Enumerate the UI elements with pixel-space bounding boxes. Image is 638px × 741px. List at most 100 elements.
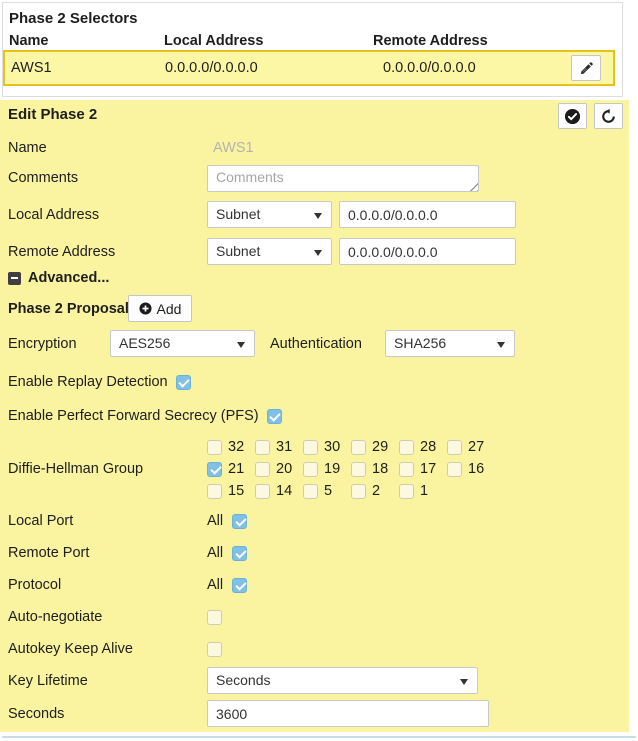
authentication-select[interactable]: SHA256 xyxy=(385,330,515,357)
dh-1-checkbox[interactable] xyxy=(399,484,414,499)
chevron-down-icon xyxy=(314,250,322,256)
dh-30-checkbox[interactable] xyxy=(303,440,318,455)
key-lifetime-select[interactable]: Seconds xyxy=(207,667,478,694)
proposal-row: Phase 2 Proposal Add xyxy=(0,295,629,323)
autokey-keep-alive-row: Autokey Keep Alive xyxy=(0,635,629,663)
local-address-type-select[interactable]: Subnet xyxy=(207,201,332,228)
ipsec-phase2-screen: Phase 2 Selectors Name Local Address Rem… xyxy=(0,0,638,741)
minus-square-icon xyxy=(8,272,21,285)
column-header-name: Name xyxy=(9,33,49,49)
dh-21-label: 21 xyxy=(228,461,244,477)
remote-port-row: Remote Port All xyxy=(0,539,629,567)
dh-31-checkbox[interactable] xyxy=(255,440,270,455)
local-address-label: Local Address xyxy=(8,207,99,223)
chevron-down-icon xyxy=(314,213,322,219)
add-button-label: Add xyxy=(157,301,182,317)
replay-detection-checkbox[interactable] xyxy=(176,375,191,390)
local-address-type-value: Subnet xyxy=(216,206,260,222)
dh-2-checkbox[interactable] xyxy=(351,484,366,499)
remote-port-all-checkbox[interactable] xyxy=(232,546,247,561)
dh-14-checkbox[interactable] xyxy=(255,484,270,499)
remote-port-all-label: All xyxy=(207,545,223,561)
auto-negotiate-label: Auto-negotiate xyxy=(8,609,102,625)
replay-detection-label: Enable Replay Detection xyxy=(8,374,168,390)
comments-input[interactable] xyxy=(207,165,479,192)
dh-29-checkbox[interactable] xyxy=(351,440,366,455)
dh-32-checkbox[interactable] xyxy=(207,440,222,455)
advanced-toggle[interactable]: Advanced... xyxy=(0,266,629,290)
key-lifetime-row: Key Lifetime Seconds xyxy=(0,667,629,695)
seconds-label: Seconds xyxy=(8,706,64,722)
row-local-address-cell: 0.0.0.0/0.0.0.0 xyxy=(165,52,258,84)
key-lifetime-label: Key Lifetime xyxy=(8,673,88,689)
dh-5-label: 5 xyxy=(324,483,332,499)
dh-28-label: 28 xyxy=(420,439,436,455)
protocol-all-label: All xyxy=(207,577,223,593)
remote-address-row: Remote Address Subnet xyxy=(0,238,629,266)
dh-19-checkbox[interactable] xyxy=(303,462,318,477)
authentication-label: Authentication xyxy=(270,336,362,352)
edit-panel-title: Edit Phase 2 xyxy=(8,106,97,123)
add-proposal-button[interactable]: Add xyxy=(128,295,192,322)
proposal-label: Phase 2 Proposal xyxy=(8,301,129,317)
edit-phase2-panel: Edit Phase 2 Name AWS1 Com xyxy=(0,100,629,732)
authentication-value: SHA256 xyxy=(394,335,446,351)
auto-negotiate-row: Auto-negotiate xyxy=(0,603,629,631)
dh-group-row: Diffie-Hellman Group 32 31 30 29 28 27 2… xyxy=(0,434,629,504)
chevron-down-icon xyxy=(460,679,468,685)
local-address-row: Local Address Subnet xyxy=(0,201,629,229)
encryption-select[interactable]: AES256 xyxy=(110,330,255,357)
row-remote-address-cell: 0.0.0.0/0.0.0.0 xyxy=(383,52,476,84)
dh-21-checkbox[interactable] xyxy=(207,462,222,477)
dh-5-checkbox[interactable] xyxy=(303,484,318,499)
seconds-row: Seconds xyxy=(0,700,629,728)
name-row: Name AWS1 xyxy=(0,134,629,162)
dh-17-checkbox[interactable] xyxy=(399,462,414,477)
check-circle-icon xyxy=(564,108,581,125)
dh-15-label: 15 xyxy=(228,483,244,499)
chevron-down-icon xyxy=(237,342,245,348)
confirm-button[interactable] xyxy=(558,103,587,129)
column-header-local-address: Local Address xyxy=(164,33,263,49)
remote-address-label: Remote Address xyxy=(8,244,115,260)
edit-row-button[interactable] xyxy=(571,55,601,81)
dh-27-checkbox[interactable] xyxy=(447,440,462,455)
pfs-checkbox[interactable] xyxy=(267,409,282,424)
dh-30-label: 30 xyxy=(324,439,340,455)
section-divider xyxy=(2,736,636,738)
dh-20-label: 20 xyxy=(276,461,292,477)
dh-32-label: 32 xyxy=(228,439,244,455)
dh-14-label: 14 xyxy=(276,483,292,499)
plus-circle-icon xyxy=(139,302,152,315)
dh-27-label: 27 xyxy=(468,439,484,455)
local-address-input[interactable] xyxy=(339,201,516,228)
local-port-all-checkbox[interactable] xyxy=(232,514,247,529)
protocol-all-checkbox[interactable] xyxy=(232,578,247,593)
dh-31-label: 31 xyxy=(276,439,292,455)
dh-group-grid: 32 31 30 29 28 27 21 20 19 18 17 16 15 xyxy=(207,436,495,502)
pfs-row: Enable Perfect Forward Secrecy (PFS) xyxy=(0,402,629,430)
remote-address-type-select[interactable]: Subnet xyxy=(207,238,332,265)
column-header-remote-address: Remote Address xyxy=(373,33,488,49)
dh-16-label: 16 xyxy=(468,461,484,477)
dh-19-label: 19 xyxy=(324,461,340,477)
remote-address-input[interactable] xyxy=(339,238,516,265)
dh-2-label: 2 xyxy=(372,483,380,499)
undo-icon xyxy=(600,108,617,125)
selectors-panel-title: Phase 2 Selectors xyxy=(9,10,137,27)
dh-18-checkbox[interactable] xyxy=(351,462,366,477)
dh-29-label: 29 xyxy=(372,439,388,455)
auto-negotiate-checkbox[interactable] xyxy=(207,610,222,625)
comments-label: Comments xyxy=(8,170,78,186)
encryption-label: Encryption xyxy=(8,336,77,352)
dh-16-checkbox[interactable] xyxy=(447,462,462,477)
dh-15-checkbox[interactable] xyxy=(207,484,222,499)
revert-button[interactable] xyxy=(594,103,623,129)
dh-20-checkbox[interactable] xyxy=(255,462,270,477)
proposal-algorithms-row: Encryption AES256 Authentication SHA256 xyxy=(0,330,629,358)
dh-28-checkbox[interactable] xyxy=(399,440,414,455)
table-row[interactable]: AWS1 0.0.0.0/0.0.0.0 0.0.0.0/0.0.0.0 xyxy=(3,50,615,86)
seconds-input[interactable] xyxy=(207,700,489,727)
autokey-keep-alive-checkbox[interactable] xyxy=(207,642,222,657)
comments-row: Comments xyxy=(0,164,629,192)
